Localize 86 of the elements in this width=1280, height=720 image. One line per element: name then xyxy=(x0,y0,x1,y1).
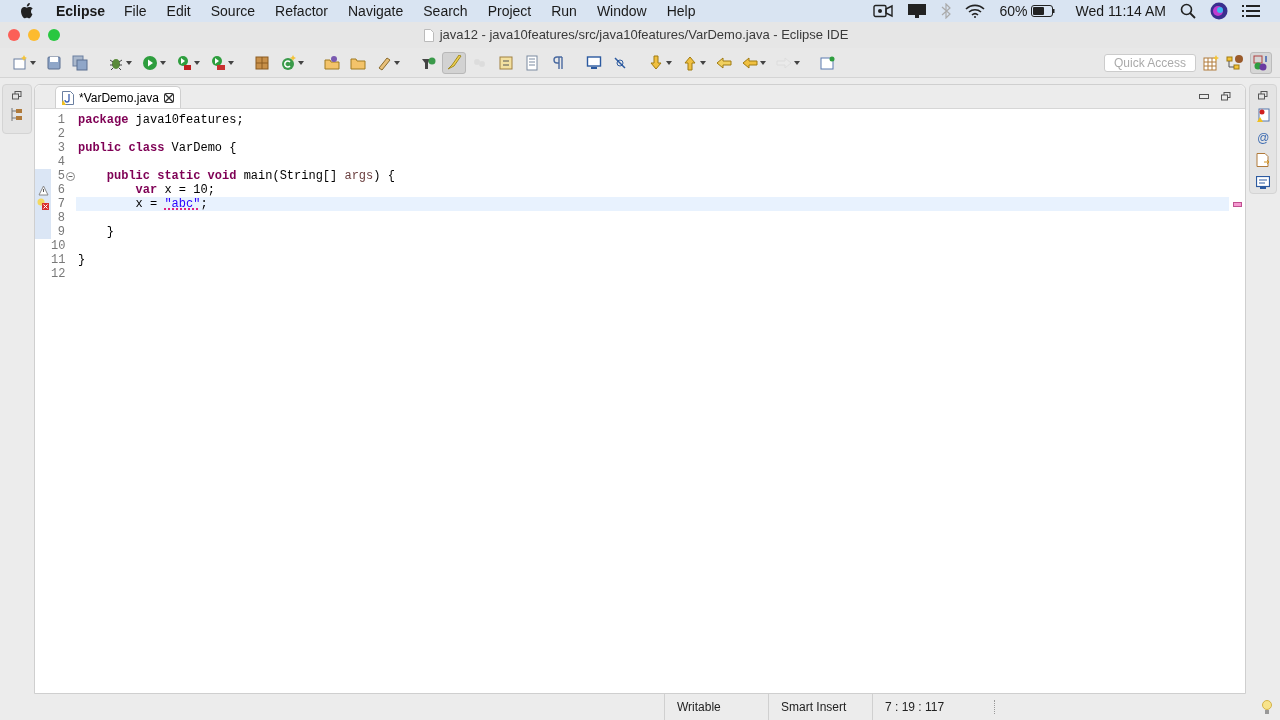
dropdown-caret-icon[interactable] xyxy=(160,60,166,65)
new-class-icon[interactable] xyxy=(280,54,296,71)
status-field: Smart Insert xyxy=(768,694,872,720)
code-line: public static void main(String[] args) { xyxy=(105,169,395,183)
search-icon[interactable] xyxy=(1180,3,1196,19)
dropdown-caret-icon[interactable] xyxy=(700,60,706,65)
save-all-icon[interactable] xyxy=(72,54,88,71)
wifi-icon[interactable] xyxy=(965,4,986,18)
code-line: x = "abc"; xyxy=(134,197,208,211)
dropdown-caret-icon[interactable] xyxy=(394,60,400,65)
menu-item[interactable]: Project xyxy=(477,0,542,22)
pilcrow-icon[interactable] xyxy=(550,54,566,71)
line-number: 12 xyxy=(51,267,65,281)
editor-tab[interactable]: *VarDemo.java xyxy=(55,86,181,108)
app-name-menu[interactable]: Eclipse xyxy=(56,0,106,22)
javadoc-icon[interactable]: @ xyxy=(1256,131,1270,145)
menu-item[interactable]: Navigate xyxy=(338,0,414,22)
java-perspective-button[interactable] xyxy=(1250,51,1272,74)
clock[interactable]: Wed 11:14 AM xyxy=(1075,0,1166,22)
play-icon[interactable] xyxy=(142,54,158,71)
declaration-icon[interactable] xyxy=(1256,153,1270,168)
restore-icon[interactable] xyxy=(12,91,22,100)
save-icon[interactable] xyxy=(46,54,62,71)
package-icon[interactable] xyxy=(254,54,270,71)
dropdown-caret-icon[interactable] xyxy=(126,60,132,65)
line-number: 1 xyxy=(56,113,65,127)
console-icon[interactable] xyxy=(1256,176,1270,190)
line-number: 5 xyxy=(56,169,65,183)
code-line: } xyxy=(105,225,114,239)
error-marker[interactable] xyxy=(1232,201,1242,207)
menu-item[interactable]: Help xyxy=(656,0,706,22)
line-number: 3 xyxy=(56,141,65,155)
menu-item[interactable]: Source xyxy=(200,0,266,22)
line-number: 4 xyxy=(56,155,65,169)
dropdown-caret-icon[interactable] xyxy=(228,60,234,65)
menu-item[interactable]: Run xyxy=(541,0,587,22)
dropdown-caret-icon[interactable] xyxy=(794,60,800,65)
close-tab-icon[interactable] xyxy=(163,92,174,103)
line-number: 11 xyxy=(51,253,65,267)
dropdown-caret-icon[interactable] xyxy=(298,60,304,65)
external-tools-icon[interactable] xyxy=(210,54,226,71)
line-number: 8 xyxy=(56,211,65,225)
link-icon[interactable] xyxy=(612,54,628,71)
dropdown-caret-icon[interactable] xyxy=(666,60,672,65)
code-line: package java10features; xyxy=(78,113,244,127)
window-title: java12 - java10features/src/java10features/VarDemo.java - Eclipse IDE xyxy=(439,26,849,45)
collapse-icon[interactable] xyxy=(66,171,75,181)
dropdown-caret-icon[interactable] xyxy=(760,60,766,65)
menu-item[interactable]: Search xyxy=(413,0,478,22)
hierarchy-icon[interactable] xyxy=(1226,53,1244,72)
restore-icon[interactable] xyxy=(1258,91,1268,100)
quick-access-field[interactable]: Quick Access xyxy=(1104,53,1196,72)
line-number: 10 xyxy=(51,239,65,253)
code-line: var x = 10; xyxy=(134,183,215,197)
menu-item[interactable]: Window xyxy=(586,0,657,22)
battery-icon[interactable] xyxy=(1031,5,1056,17)
document-icon xyxy=(423,28,434,42)
line-number: 7 xyxy=(56,197,65,211)
line-number: 6 xyxy=(56,183,65,197)
orb-icon[interactable] xyxy=(1210,2,1228,20)
monitor-icon[interactable] xyxy=(907,3,928,19)
minimize-icon[interactable] xyxy=(1199,93,1209,100)
monitor-icon[interactable] xyxy=(586,54,602,71)
status-field: Writable xyxy=(664,694,768,720)
code-line: public class VarDemo { xyxy=(78,141,237,155)
table-icon[interactable] xyxy=(1202,53,1220,72)
dropdown-caret-icon[interactable] xyxy=(194,60,200,65)
list-icon[interactable] xyxy=(1242,4,1260,18)
dropdown-caret-icon[interactable] xyxy=(30,60,36,65)
code-line: } xyxy=(78,253,86,267)
line-number: 2 xyxy=(56,127,65,141)
menu-item[interactable]: Edit xyxy=(156,0,201,22)
battery-percent: 60% xyxy=(999,1,1028,21)
problems-icon[interactable] xyxy=(1256,108,1270,123)
pin-editor-icon[interactable] xyxy=(820,54,836,71)
menu-item[interactable]: Refactor xyxy=(265,0,338,22)
java-file-icon xyxy=(62,90,74,105)
video-camera-icon[interactable] xyxy=(873,4,894,18)
coverage-icon[interactable] xyxy=(176,54,192,71)
line-number: 9 xyxy=(56,225,65,239)
package-tree-icon[interactable] xyxy=(11,108,23,122)
menu-item[interactable]: File xyxy=(114,0,157,22)
restore-icon[interactable] xyxy=(1221,92,1231,101)
apple-icon[interactable] xyxy=(20,3,34,19)
status-field: 7 : 19 : 117 xyxy=(872,694,972,720)
open-folder-icon[interactable] xyxy=(324,54,340,71)
